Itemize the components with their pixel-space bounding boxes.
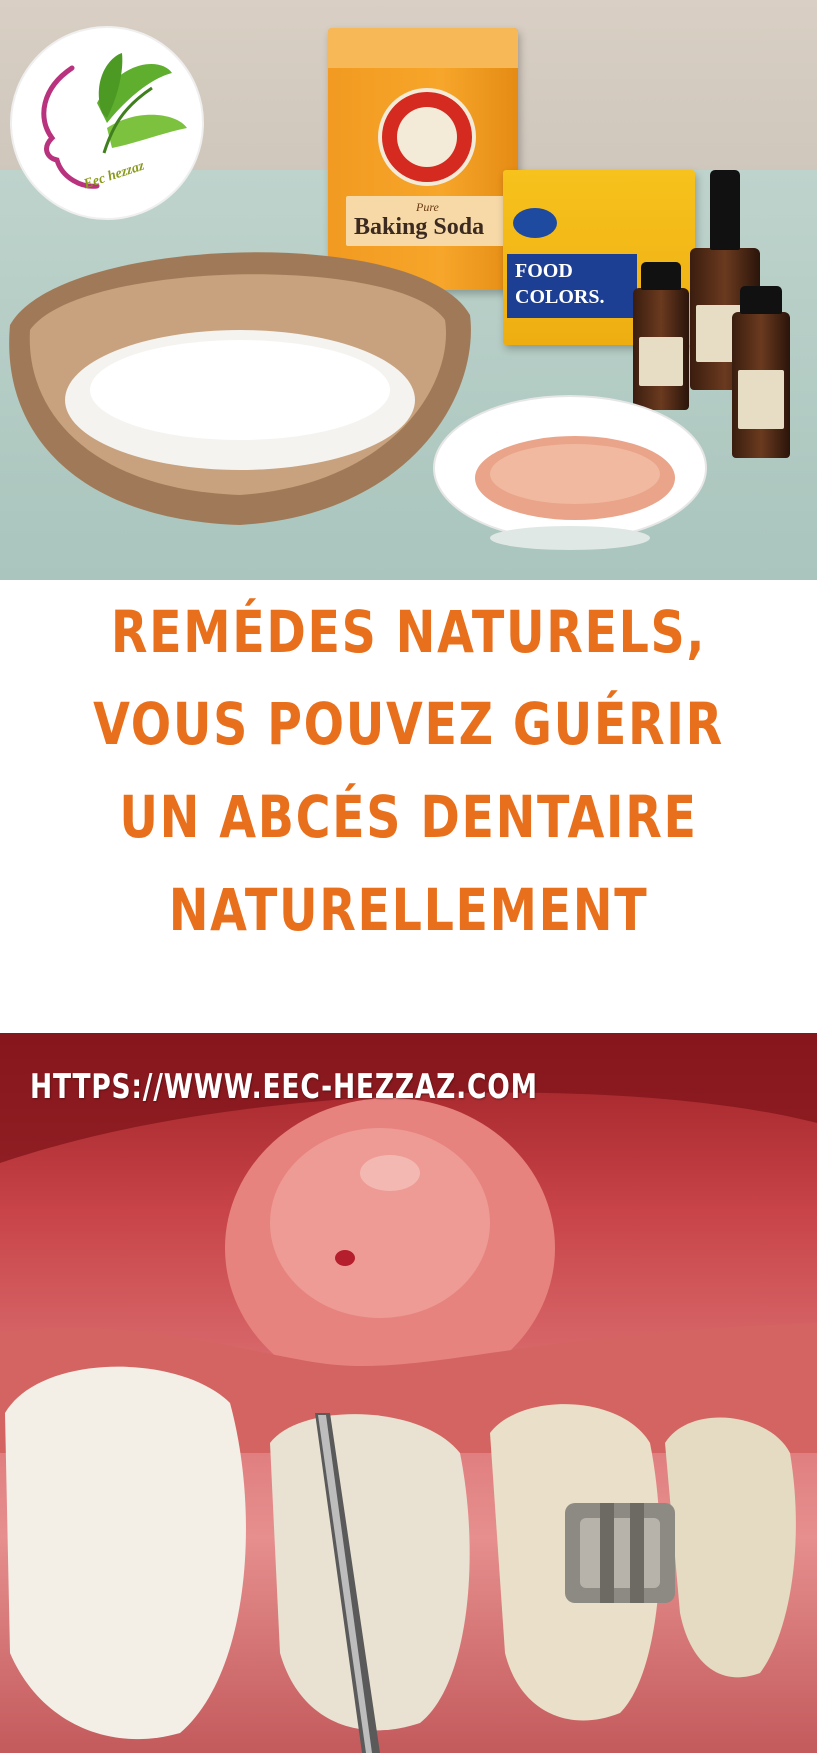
dental-abscess-photo: HTTPS://WWW.EEC-HEZZAZ.COM — [0, 1033, 817, 1753]
bottle-cap — [641, 262, 681, 290]
title-line-4: NATURELLEMENT — [168, 876, 649, 944]
seal-inner — [397, 107, 457, 167]
box-lid — [328, 28, 518, 68]
food-colors-line1: FOOD — [515, 260, 573, 282]
store-logo-icon — [513, 208, 557, 238]
gum-illustration — [0, 1033, 817, 1753]
website-url: HTTPS://WWW.EEC-HEZZAZ.COM — [30, 1067, 538, 1107]
food-colors-line2: COLORS. — [515, 286, 605, 308]
tooth-4 — [665, 1417, 796, 1678]
face-leaf-icon — [41, 53, 187, 189]
bottle-tag — [639, 336, 683, 386]
wooden-bowl — [9, 252, 471, 525]
pin-image: Pure Baking Soda FOOD COLORS. Eec hezzaz… — [0, 0, 817, 1753]
tooth-2 — [270, 1414, 470, 1731]
title-line-3: UN ABCÉS DENTAIRE — [119, 783, 698, 851]
bottle-cap — [740, 286, 782, 314]
white-dish — [433, 395, 707, 550]
remedies-photo: Pure Baking Soda FOOD COLORS. Eec hezzaz — [0, 0, 817, 580]
tooth-1 — [5, 1366, 246, 1740]
pure-label: Pure — [416, 200, 439, 214]
title-line-2: VOUS POUVEZ GUÉRIR — [93, 690, 724, 758]
bottle-tag — [738, 370, 784, 429]
brand-seal — [378, 88, 476, 186]
oil-bottle-3 — [732, 286, 790, 458]
title-line-1: REMÉDES NATURELS, — [110, 598, 707, 666]
site-logo: Eec hezzaz — [10, 26, 204, 220]
dropper-cap — [710, 170, 740, 250]
food-colors-label: FOOD COLORS. — [507, 254, 637, 318]
title-band: REMÉDES NATURELS, VOUS POUVEZ GUÉRIR UN … — [0, 580, 817, 1033]
